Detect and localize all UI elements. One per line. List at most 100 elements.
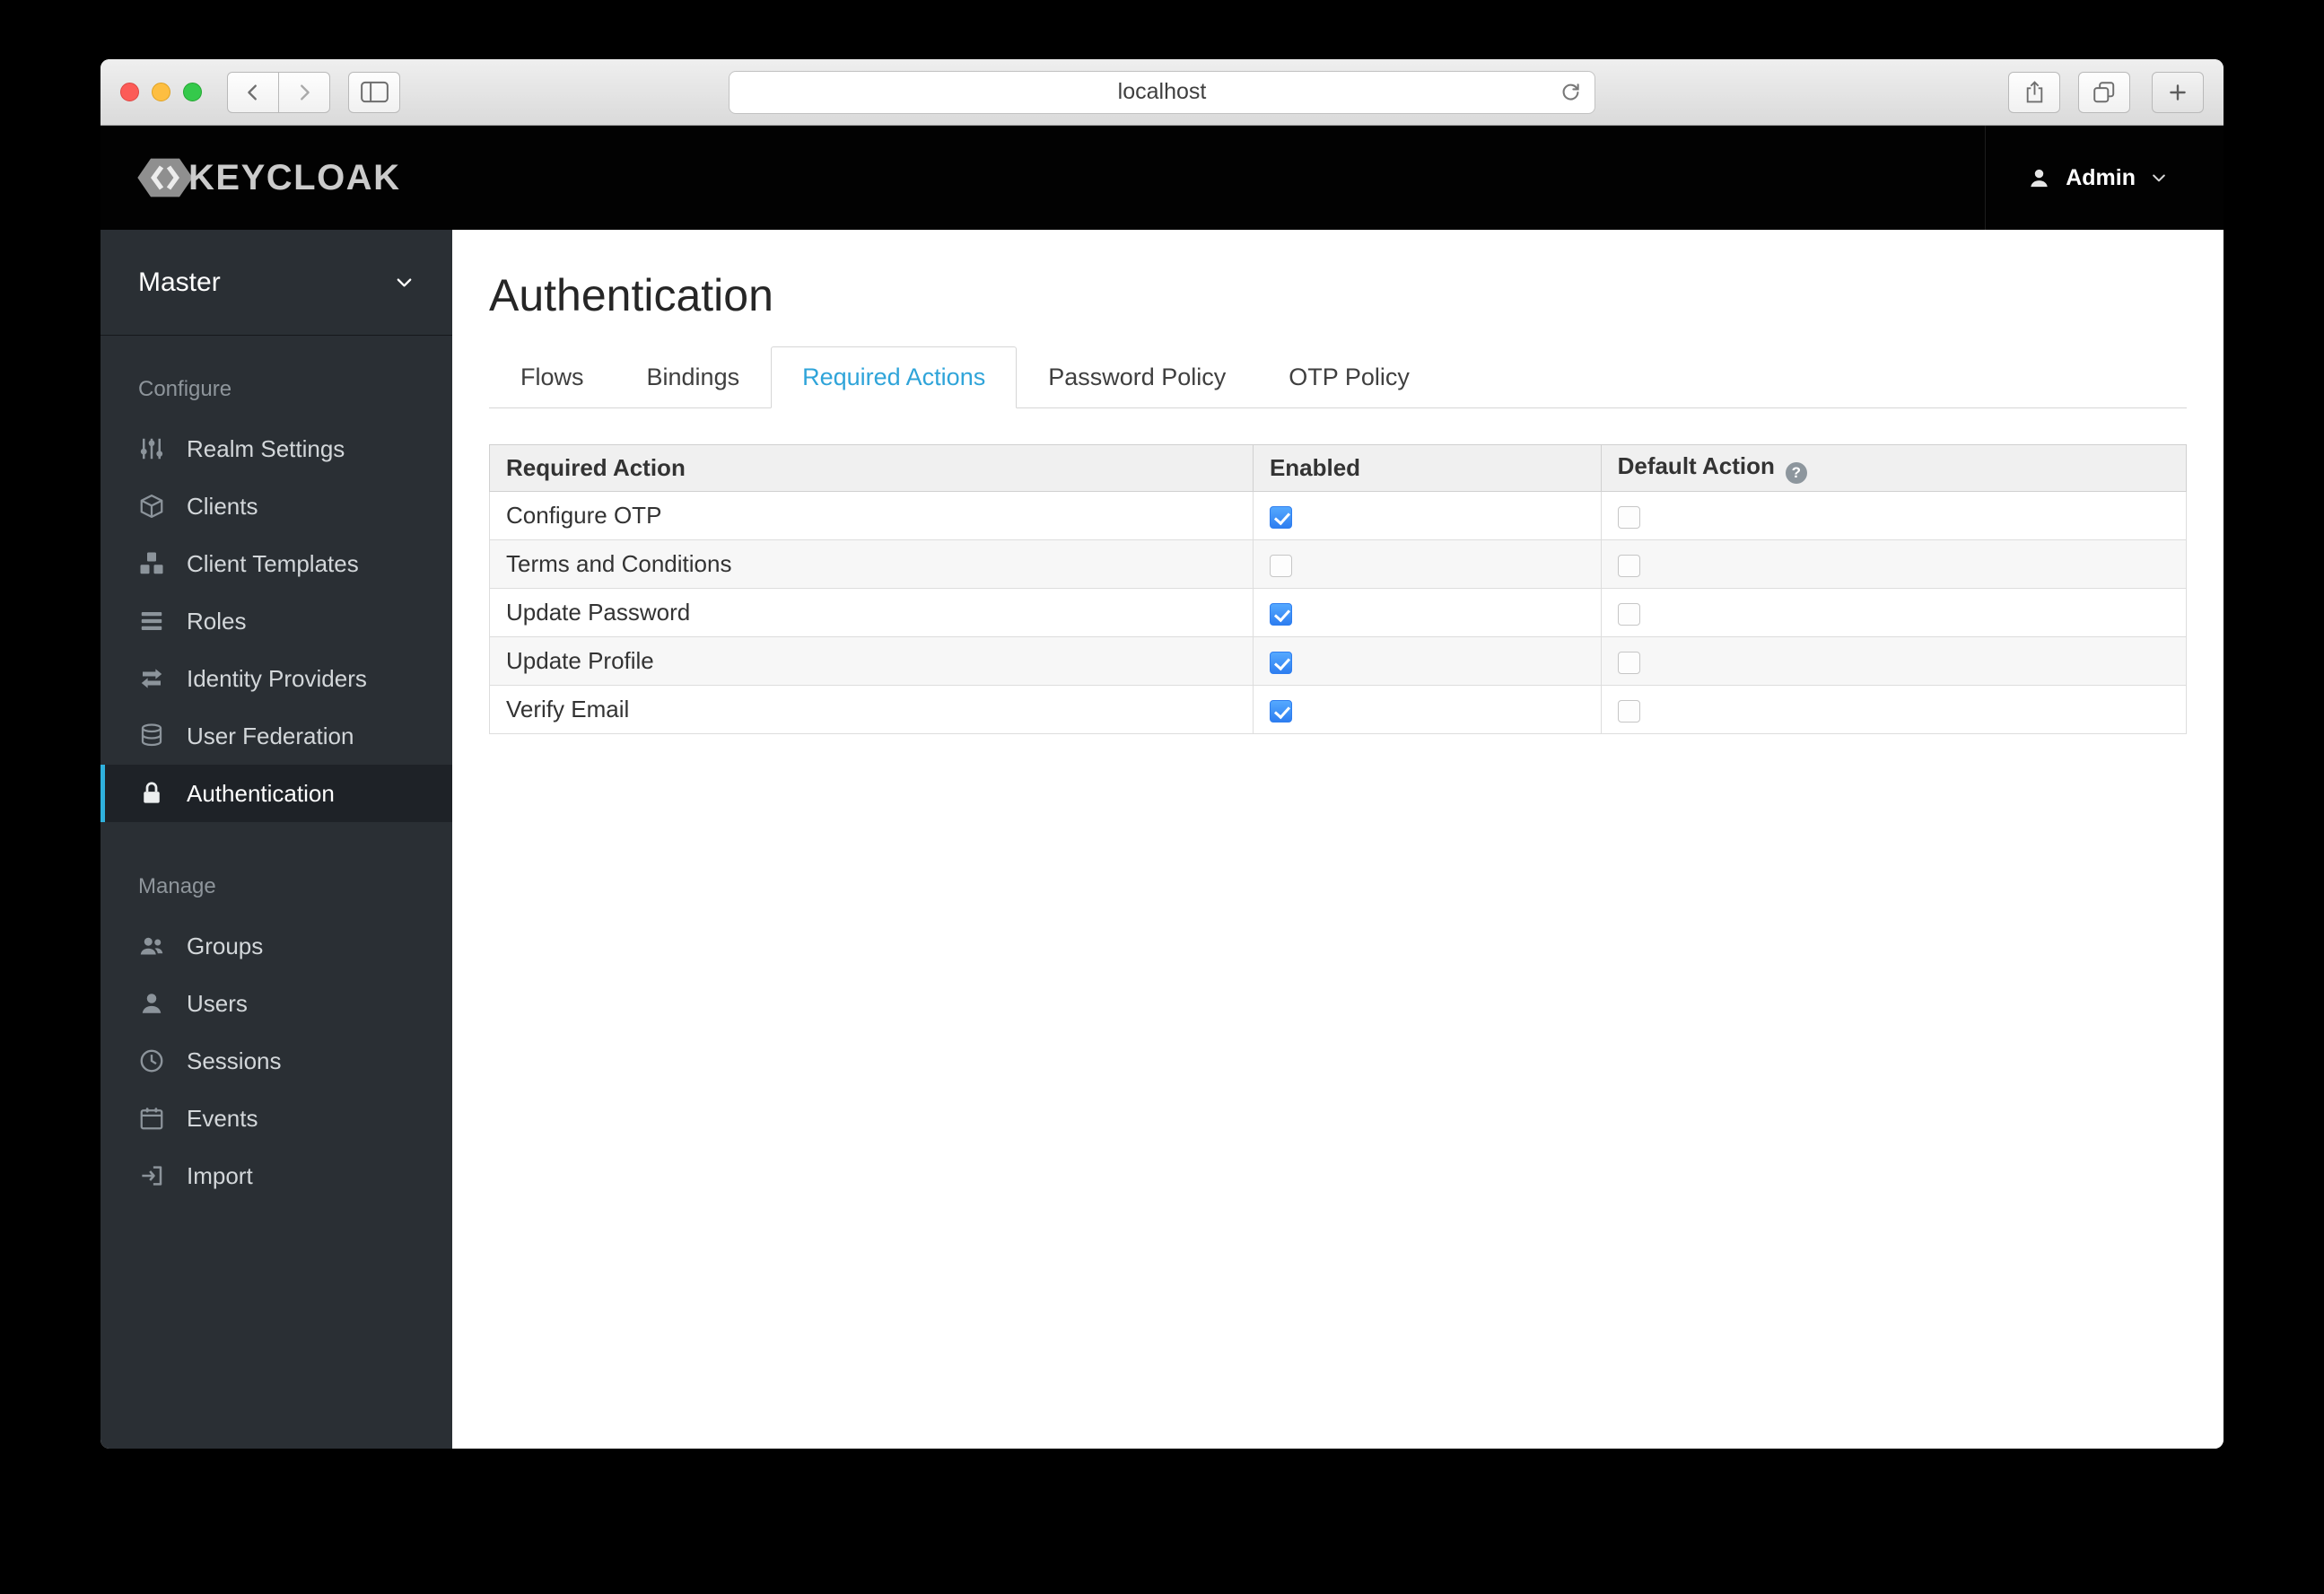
column-header-default-action: Default Action <box>1600 444 2188 492</box>
user-avatar-icon <box>2027 166 2051 190</box>
sidebar-item-realm-settings[interactable]: Realm Settings <box>100 420 452 477</box>
toolbar-right-group <box>1990 71 2204 113</box>
sidebar-section-configure: Configure Realm Settings Clients Client … <box>100 336 452 822</box>
required-action-label: Update Password <box>489 588 1254 637</box>
user-menu[interactable]: Admin <box>1985 126 2224 230</box>
tab-otp-policy[interactable]: OTP Policy <box>1257 346 1441 408</box>
column-header-enabled: Enabled <box>1252 444 1602 492</box>
default-action-checkbox[interactable] <box>1617 602 1640 626</box>
column-header-required-action: Required Action <box>489 444 1254 492</box>
sidebar-item-label: Client Templates <box>187 549 359 577</box>
groups-icon <box>138 933 165 959</box>
table-row: Update Password <box>489 588 2188 637</box>
sidebar-item-client-templates[interactable]: Client Templates <box>100 535 452 592</box>
tabs-overview-icon <box>2092 80 2117 105</box>
tab-overview-button[interactable] <box>2078 71 2130 113</box>
share-icon <box>2023 79 2046 105</box>
app-navbar: KEYCLOAK Admin <box>100 126 2224 230</box>
window-controls <box>120 83 202 101</box>
back-button[interactable] <box>227 71 279 113</box>
keycloak-emblem-icon <box>136 156 194 199</box>
list-icon <box>138 608 165 635</box>
sidebar-item-identity-providers[interactable]: Identity Providers <box>100 650 452 707</box>
sidebar-item-authentication[interactable]: Authentication <box>100 765 452 822</box>
user-name: Admin <box>2066 164 2136 190</box>
address-text: localhost <box>1117 79 1207 104</box>
sidebar: Master Configure Realm Settings Clients <box>100 230 452 1449</box>
default-action-checkbox[interactable] <box>1617 554 1640 577</box>
sidebar-item-import[interactable]: Import <box>100 1147 452 1204</box>
browser-window: localhost KEYCLOAK Admin Master Configur… <box>100 59 2224 1449</box>
enabled-checkbox[interactable] <box>1269 602 1292 626</box>
sidebar-item-users[interactable]: Users <box>100 975 452 1032</box>
brand-text: KEYCLOAK <box>188 157 401 197</box>
tab-bar: Flows Bindings Required Actions Password… <box>489 346 2187 408</box>
sidebar-item-label: User Federation <box>187 722 354 749</box>
realm-selector[interactable]: Master <box>100 230 452 336</box>
keycloak-logo[interactable]: KEYCLOAK <box>100 126 400 230</box>
share-button[interactable] <box>2008 71 2060 113</box>
sidebar-item-label: Roles <box>187 607 247 635</box>
clock-icon <box>138 1047 165 1074</box>
address-bar[interactable]: localhost <box>729 70 1595 114</box>
sidebar-item-label: Identity Providers <box>187 664 367 692</box>
chevron-down-icon <box>2150 169 2168 187</box>
sidebar-toggle-button[interactable] <box>348 71 400 113</box>
sidebar-item-roles[interactable]: Roles <box>100 592 452 650</box>
lock-icon <box>138 780 165 807</box>
sidebar-item-user-federation[interactable]: User Federation <box>100 707 452 765</box>
new-tab-button[interactable] <box>2152 71 2204 113</box>
sidebar-item-groups[interactable]: Groups <box>100 917 452 975</box>
sidebar-item-sessions[interactable]: Sessions <box>100 1032 452 1090</box>
chevron-right-icon <box>294 83 314 102</box>
default-action-checkbox[interactable] <box>1617 699 1640 723</box>
enabled-checkbox[interactable] <box>1269 651 1292 674</box>
sidebar-item-label: Import <box>187 1161 253 1189</box>
reload-icon[interactable] <box>1560 81 1582 103</box>
help-icon[interactable] <box>1785 462 1807 484</box>
enabled-checkbox[interactable] <box>1269 699 1292 723</box>
close-button[interactable] <box>120 83 139 101</box>
main-content: Authentication Flows Bindings Required A… <box>452 230 2224 1449</box>
app-body: Master Configure Realm Settings Clients <box>100 230 2224 1449</box>
import-icon <box>138 1162 165 1189</box>
sidebar-item-label: Events <box>187 1104 258 1132</box>
required-action-label: Verify Email <box>489 685 1254 734</box>
calendar-icon <box>138 1105 165 1132</box>
user-icon <box>138 990 165 1017</box>
table-row: Update Profile <box>489 636 2188 686</box>
page-title: Authentication <box>489 270 773 320</box>
realm-name: Master <box>138 267 221 297</box>
history-nav <box>227 71 330 113</box>
enabled-checkbox[interactable] <box>1269 554 1292 577</box>
tab-required-actions[interactable]: Required Actions <box>771 346 1018 408</box>
table-header-row: Required Action Enabled Default Action <box>489 444 2188 492</box>
exchange-icon <box>138 665 165 692</box>
sidebar-toggle-icon <box>360 81 389 103</box>
fullscreen-button[interactable] <box>183 83 202 101</box>
sidebar-section-label: Manage <box>138 874 216 898</box>
cube-icon <box>138 493 165 520</box>
table-row: Configure OTP <box>489 491 2188 540</box>
sidebar-item-label: Realm Settings <box>187 434 345 462</box>
sidebar-section-label: Configure <box>138 377 232 401</box>
forward-button[interactable] <box>278 71 330 113</box>
required-action-label: Terms and Conditions <box>489 539 1254 589</box>
tab-bindings[interactable]: Bindings <box>616 346 772 408</box>
sidebar-item-events[interactable]: Events <box>100 1090 452 1147</box>
minimize-button[interactable] <box>152 83 170 101</box>
tab-flows[interactable]: Flows <box>489 346 616 408</box>
table-row: Terms and Conditions <box>489 539 2188 589</box>
sidebar-item-label: Users <box>187 989 248 1017</box>
required-actions-table: Required Action Enabled Default Action C… <box>489 444 2188 734</box>
cubes-icon <box>138 550 165 577</box>
sidebar-item-clients[interactable]: Clients <box>100 477 452 535</box>
sidebar-item-label: Groups <box>187 932 264 959</box>
sidebar-item-label: Authentication <box>187 779 335 807</box>
enabled-checkbox[interactable] <box>1269 505 1292 529</box>
default-action-checkbox[interactable] <box>1617 651 1640 674</box>
table-row: Verify Email <box>489 685 2188 734</box>
tab-password-policy[interactable]: Password Policy <box>1017 346 1257 408</box>
default-action-checkbox[interactable] <box>1617 505 1640 529</box>
browser-toolbar: localhost <box>100 59 2224 126</box>
